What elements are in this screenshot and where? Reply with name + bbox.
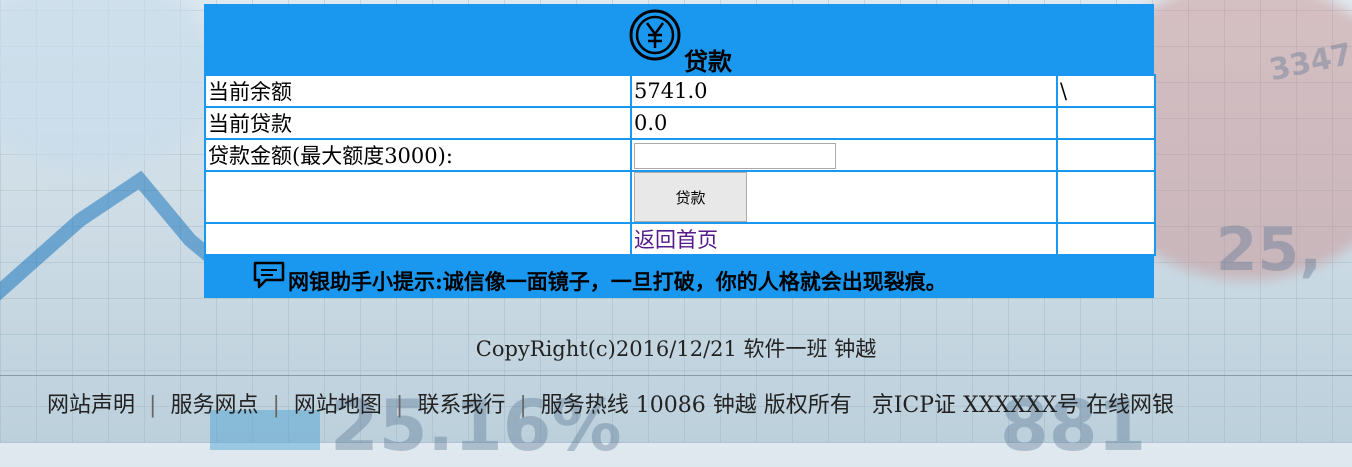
link-cell: 返回首页 [630,222,1058,256]
back-home-link[interactable]: 返回首页 [634,228,718,252]
empty-cell [204,222,632,256]
empty-cell [1056,138,1156,172]
footer-link-branches[interactable]: 服务网点 [170,387,258,419]
tip-text: 网银助手小提示:诚信像一面镜子，一旦打破，你的人格就会出现裂痕。 [288,269,947,294]
footer-hotline: 服务热线 10086 钟越 版权所有 [540,393,852,418]
empty-cell [1056,170,1156,224]
yuan-coin-icon [629,9,681,61]
footer-separator: | [149,393,157,418]
tip-bar: 网银助手小提示:诚信像一面镜子，一旦打破，你的人格就会出现裂痕。 [204,256,1154,298]
table-row: 当前余额 5741.0 \ [204,74,1156,108]
footer-divider [0,375,1352,376]
table-row: 当前贷款 0.0 [204,106,1156,140]
table-row: 贷款金额(最大额度3000): [204,138,1156,172]
footer: 网站声明 | 服务网点 | 网站地图 | 联系我行 | 服务热线 10086 钟越 版权所有 京I… [47,387,1174,419]
footer-link-statement[interactable]: 网站声明 [47,387,135,419]
footer-separator: | [519,393,527,418]
table-row: 贷款 [204,170,1156,224]
background-number: 25, [1215,215,1322,285]
panel-header: 贷款 [204,4,1154,76]
loan-amount-label: 贷款金额(最大额度3000): [204,138,632,172]
table-row: 返回首页 [204,222,1156,256]
footer-link-sitemap[interactable]: 网站地图 [294,387,382,419]
footer-icp: 京ICP证 XXXXXX号 在线网银 [871,393,1175,418]
loan-form-table: 当前余额 5741.0 \ 当前贷款 0.0 贷款金额(最大额度3000): 贷… [204,74,1156,256]
footer-link-contact[interactable]: 联系我行 [417,387,505,419]
speech-bubble-icon [253,261,285,289]
page-title: 贷款 [684,47,732,76]
empty-cell [1056,222,1156,256]
balance-value: 5741.0 [630,74,1058,108]
loan-amount-cell [630,138,1058,172]
balance-extra: \ [1056,74,1156,108]
balance-label: 当前余额 [204,74,632,108]
copyright-text: CopyRight(c)2016/12/21 软件一班 钟越 [475,337,877,361]
empty-cell [1056,106,1156,140]
current-loan-value: 0.0 [630,106,1058,140]
footer-separator: | [395,393,404,418]
empty-cell [204,170,632,224]
loan-amount-input[interactable] [634,142,836,169]
current-loan-label: 当前贷款 [204,106,632,140]
loan-panel: 贷款 当前余额 5741.0 \ 当前贷款 0.0 贷款金额(最大额度3000)… [204,4,1156,298]
button-cell: 贷款 [630,170,1058,224]
loan-submit-button[interactable]: 贷款 [634,172,747,222]
footer-separator: | [272,393,280,418]
